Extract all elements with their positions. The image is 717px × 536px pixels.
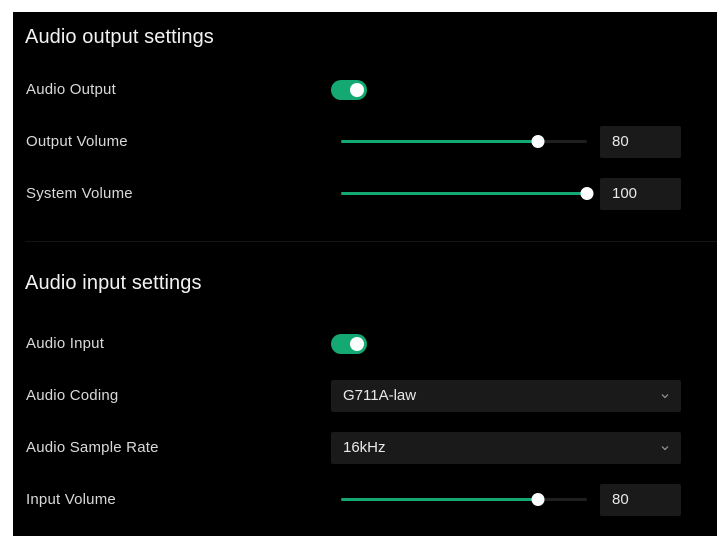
input-volume-input[interactable]: 80: [600, 484, 681, 516]
audio-coding-value: G711A-law: [343, 387, 417, 404]
toggle-knob: [350, 337, 364, 351]
input-volume-slider[interactable]: [341, 493, 587, 507]
audio-sample-rate-select[interactable]: 16kHz: [331, 432, 681, 464]
output-section-title: Audio output settings: [25, 26, 214, 48]
audio-coding-select[interactable]: G711A-law: [331, 380, 681, 412]
sample-rate-value: 16kHz: [343, 439, 386, 456]
audio-settings-panel: Audio output settings Audio Output Outpu…: [13, 12, 717, 536]
system-volume-input[interactable]: 100: [600, 178, 681, 210]
toggle-knob: [350, 83, 364, 97]
audio-output-label: Audio Output: [26, 81, 116, 98]
system-volume-label: System Volume: [26, 185, 133, 202]
slider-thumb[interactable]: [531, 135, 545, 148]
audio-sample-rate-label: Audio Sample Rate: [26, 439, 159, 456]
slider-thumb[interactable]: [580, 187, 594, 200]
output-volume-input[interactable]: 80: [600, 126, 681, 158]
output-volume-label: Output Volume: [26, 133, 128, 150]
input-volume-label: Input Volume: [26, 491, 116, 508]
audio-input-toggle[interactable]: [331, 334, 367, 354]
input-section-title: Audio input settings: [25, 272, 202, 294]
slider-fill: [341, 140, 538, 143]
chevron-down-icon: [661, 394, 669, 399]
audio-coding-label: Audio Coding: [26, 387, 119, 404]
slider-fill: [341, 192, 587, 195]
section-divider: [25, 241, 717, 242]
audio-input-label: Audio Input: [26, 335, 105, 352]
slider-fill: [341, 498, 538, 501]
output-volume-slider[interactable]: [341, 135, 587, 149]
system-volume-slider[interactable]: [341, 187, 594, 201]
chevron-down-icon: [661, 446, 669, 451]
audio-output-toggle[interactable]: [331, 80, 367, 100]
slider-thumb[interactable]: [531, 493, 545, 506]
